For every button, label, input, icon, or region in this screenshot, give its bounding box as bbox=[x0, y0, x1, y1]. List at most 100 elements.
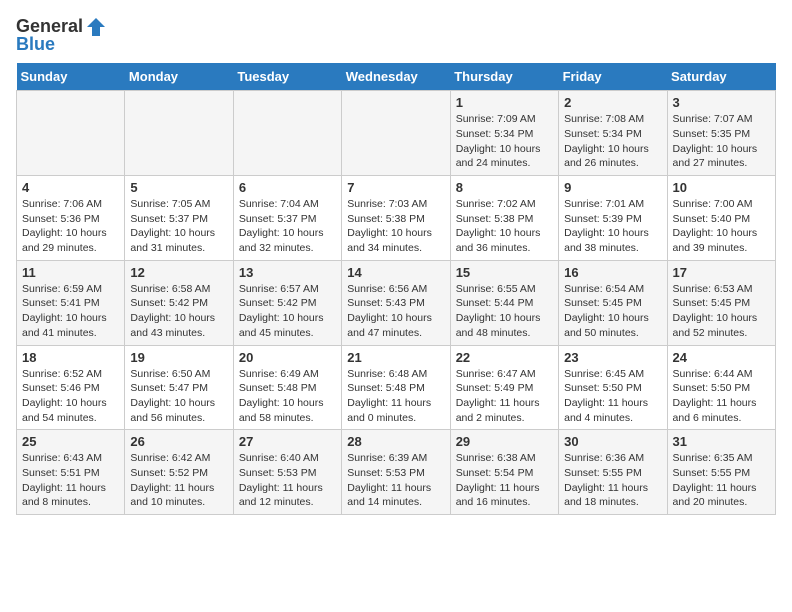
day-info: Sunrise: 6:40 AMSunset: 5:53 PMDaylight:… bbox=[239, 451, 336, 510]
day-info: Sunrise: 6:59 AMSunset: 5:41 PMDaylight:… bbox=[22, 282, 119, 341]
calendar-cell: 22 Sunrise: 6:47 AMSunset: 5:49 PMDayligh… bbox=[450, 345, 558, 430]
logo-icon bbox=[85, 16, 107, 38]
day-number: 11 bbox=[22, 265, 119, 280]
day-info: Sunrise: 6:53 AMSunset: 5:45 PMDaylight:… bbox=[673, 282, 770, 341]
calendar-cell: 27 Sunrise: 6:40 AMSunset: 5:53 PMDayligh… bbox=[233, 430, 341, 515]
day-number: 30 bbox=[564, 434, 661, 449]
day-number: 15 bbox=[456, 265, 553, 280]
day-info: Sunrise: 6:38 AMSunset: 5:54 PMDaylight:… bbox=[456, 451, 553, 510]
calendar-cell: 4 Sunrise: 7:06 AMSunset: 5:36 PMDaylight… bbox=[17, 176, 125, 261]
day-info: Sunrise: 6:39 AMSunset: 5:53 PMDaylight:… bbox=[347, 451, 444, 510]
day-info: Sunrise: 6:43 AMSunset: 5:51 PMDaylight:… bbox=[22, 451, 119, 510]
calendar-cell: 18 Sunrise: 6:52 AMSunset: 5:46 PMDayligh… bbox=[17, 345, 125, 430]
calendar-week-2: 4 Sunrise: 7:06 AMSunset: 5:36 PMDaylight… bbox=[17, 176, 776, 261]
calendar-cell: 5 Sunrise: 7:05 AMSunset: 5:37 PMDaylight… bbox=[125, 176, 233, 261]
calendar-cell: 6 Sunrise: 7:04 AMSunset: 5:37 PMDaylight… bbox=[233, 176, 341, 261]
calendar-cell: 19 Sunrise: 6:50 AMSunset: 5:47 PMDayligh… bbox=[125, 345, 233, 430]
weekday-header-tuesday: Tuesday bbox=[233, 63, 341, 91]
calendar-cell: 2 Sunrise: 7:08 AMSunset: 5:34 PMDaylight… bbox=[559, 91, 667, 176]
day-number: 25 bbox=[22, 434, 119, 449]
day-number: 28 bbox=[347, 434, 444, 449]
day-info: Sunrise: 6:36 AMSunset: 5:55 PMDaylight:… bbox=[564, 451, 661, 510]
day-info: Sunrise: 7:09 AMSunset: 5:34 PMDaylight:… bbox=[456, 112, 553, 171]
day-info: Sunrise: 6:47 AMSunset: 5:49 PMDaylight:… bbox=[456, 367, 553, 426]
calendar-cell: 25 Sunrise: 6:43 AMSunset: 5:51 PMDayligh… bbox=[17, 430, 125, 515]
day-info: Sunrise: 7:08 AMSunset: 5:34 PMDaylight:… bbox=[564, 112, 661, 171]
calendar-cell: 11 Sunrise: 6:59 AMSunset: 5:41 PMDayligh… bbox=[17, 260, 125, 345]
calendar-week-5: 25 Sunrise: 6:43 AMSunset: 5:51 PMDayligh… bbox=[17, 430, 776, 515]
calendar-week-1: 1Sunrise: 7:09 AMSunset: 5:34 PMDaylight… bbox=[17, 91, 776, 176]
day-info: Sunrise: 6:57 AMSunset: 5:42 PMDaylight:… bbox=[239, 282, 336, 341]
weekday-header-friday: Friday bbox=[559, 63, 667, 91]
calendar-cell bbox=[342, 91, 450, 176]
day-info: Sunrise: 6:52 AMSunset: 5:46 PMDaylight:… bbox=[22, 367, 119, 426]
day-number: 23 bbox=[564, 350, 661, 365]
weekday-header-sunday: Sunday bbox=[17, 63, 125, 91]
day-info: Sunrise: 7:04 AMSunset: 5:37 PMDaylight:… bbox=[239, 197, 336, 256]
calendar-cell: 13Sunrise: 6:57 AMSunset: 5:42 PMDayligh… bbox=[233, 260, 341, 345]
calendar-cell: 31Sunrise: 6:35 AMSunset: 5:55 PMDayligh… bbox=[667, 430, 775, 515]
calendar-cell: 26 Sunrise: 6:42 AMSunset: 5:52 PMDayligh… bbox=[125, 430, 233, 515]
page-header: General Blue bbox=[16, 16, 776, 55]
day-number: 19 bbox=[130, 350, 227, 365]
calendar-cell: 21Sunrise: 6:48 AMSunset: 5:48 PMDayligh… bbox=[342, 345, 450, 430]
day-number: 26 bbox=[130, 434, 227, 449]
day-info: Sunrise: 7:01 AMSunset: 5:39 PMDaylight:… bbox=[564, 197, 661, 256]
day-number: 4 bbox=[22, 180, 119, 195]
day-number: 29 bbox=[456, 434, 553, 449]
day-info: Sunrise: 7:05 AMSunset: 5:37 PMDaylight:… bbox=[130, 197, 227, 256]
calendar-week-3: 11 Sunrise: 6:59 AMSunset: 5:41 PMDayligh… bbox=[17, 260, 776, 345]
day-number: 16 bbox=[564, 265, 661, 280]
calendar-cell: 14Sunrise: 6:56 AMSunset: 5:43 PMDayligh… bbox=[342, 260, 450, 345]
calendar-week-4: 18 Sunrise: 6:52 AMSunset: 5:46 PMDayligh… bbox=[17, 345, 776, 430]
calendar-cell: 3Sunrise: 7:07 AMSunset: 5:35 PMDaylight… bbox=[667, 91, 775, 176]
weekday-header-monday: Monday bbox=[125, 63, 233, 91]
day-info: Sunrise: 7:02 AMSunset: 5:38 PMDaylight:… bbox=[456, 197, 553, 256]
day-number: 7 bbox=[347, 180, 444, 195]
calendar-header-row: SundayMondayTuesdayWednesdayThursdayFrid… bbox=[17, 63, 776, 91]
day-number: 14 bbox=[347, 265, 444, 280]
day-info: Sunrise: 6:55 AMSunset: 5:44 PMDaylight:… bbox=[456, 282, 553, 341]
day-info: Sunrise: 6:42 AMSunset: 5:52 PMDaylight:… bbox=[130, 451, 227, 510]
day-number: 18 bbox=[22, 350, 119, 365]
calendar-cell: 16Sunrise: 6:54 AMSunset: 5:45 PMDayligh… bbox=[559, 260, 667, 345]
calendar-cell bbox=[233, 91, 341, 176]
calendar-cell: 1Sunrise: 7:09 AMSunset: 5:34 PMDaylight… bbox=[450, 91, 558, 176]
day-number: 22 bbox=[456, 350, 553, 365]
day-number: 2 bbox=[564, 95, 661, 110]
day-info: Sunrise: 6:58 AMSunset: 5:42 PMDaylight:… bbox=[130, 282, 227, 341]
day-number: 10 bbox=[673, 180, 770, 195]
calendar-cell: 24Sunrise: 6:44 AMSunset: 5:50 PMDayligh… bbox=[667, 345, 775, 430]
day-number: 27 bbox=[239, 434, 336, 449]
calendar-cell: 29 Sunrise: 6:38 AMSunset: 5:54 PMDayligh… bbox=[450, 430, 558, 515]
day-number: 21 bbox=[347, 350, 444, 365]
calendar-cell: 15 Sunrise: 6:55 AMSunset: 5:44 PMDayligh… bbox=[450, 260, 558, 345]
day-number: 20 bbox=[239, 350, 336, 365]
day-info: Sunrise: 7:00 AMSunset: 5:40 PMDaylight:… bbox=[673, 197, 770, 256]
day-info: Sunrise: 7:03 AMSunset: 5:38 PMDaylight:… bbox=[347, 197, 444, 256]
day-number: 5 bbox=[130, 180, 227, 195]
calendar-cell: 10 Sunrise: 7:00 AMSunset: 5:40 PMDayligh… bbox=[667, 176, 775, 261]
day-info: Sunrise: 7:06 AMSunset: 5:36 PMDaylight:… bbox=[22, 197, 119, 256]
day-number: 8 bbox=[456, 180, 553, 195]
day-number: 6 bbox=[239, 180, 336, 195]
calendar-cell: 30 Sunrise: 6:36 AMSunset: 5:55 PMDayligh… bbox=[559, 430, 667, 515]
day-number: 9 bbox=[564, 180, 661, 195]
day-number: 31 bbox=[673, 434, 770, 449]
calendar-cell: 17 Sunrise: 6:53 AMSunset: 5:45 PMDayligh… bbox=[667, 260, 775, 345]
day-number: 3 bbox=[673, 95, 770, 110]
weekday-header-saturday: Saturday bbox=[667, 63, 775, 91]
day-number: 12 bbox=[130, 265, 227, 280]
logo: General Blue bbox=[16, 16, 107, 55]
calendar-cell: 7 Sunrise: 7:03 AMSunset: 5:38 PMDaylight… bbox=[342, 176, 450, 261]
day-number: 17 bbox=[673, 265, 770, 280]
weekday-header-thursday: Thursday bbox=[450, 63, 558, 91]
calendar-cell: 20Sunrise: 6:49 AMSunset: 5:48 PMDayligh… bbox=[233, 345, 341, 430]
day-number: 24 bbox=[673, 350, 770, 365]
day-info: Sunrise: 6:50 AMSunset: 5:47 PMDaylight:… bbox=[130, 367, 227, 426]
calendar-cell: 23Sunrise: 6:45 AMSunset: 5:50 PMDayligh… bbox=[559, 345, 667, 430]
weekday-header-wednesday: Wednesday bbox=[342, 63, 450, 91]
calendar-cell bbox=[17, 91, 125, 176]
calendar-table: SundayMondayTuesdayWednesdayThursdayFrid… bbox=[16, 63, 776, 515]
calendar-cell: 28 Sunrise: 6:39 AMSunset: 5:53 PMDayligh… bbox=[342, 430, 450, 515]
